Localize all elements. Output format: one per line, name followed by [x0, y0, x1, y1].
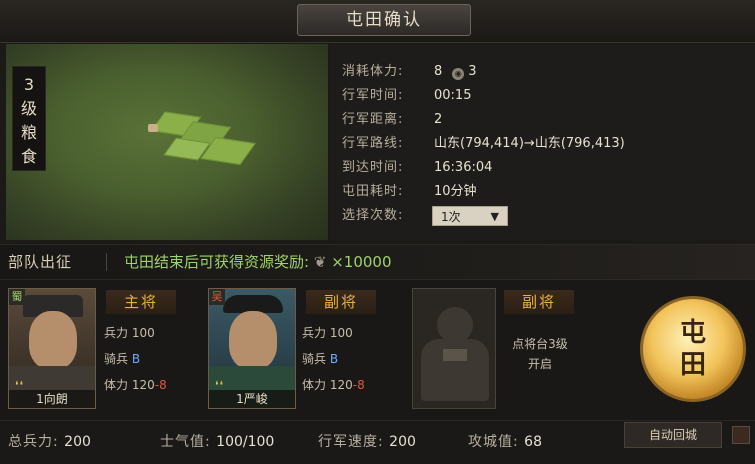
auto-return-label: 自动回城 [624, 422, 722, 448]
silhouette-icon [437, 307, 473, 343]
stamina-row: 消耗体力: 8 ◉ 3 [342, 64, 477, 80]
general-portrait[interactable]: 吴 ❛❛ 1严峻 [208, 288, 296, 409]
divider [106, 253, 107, 271]
unlock-hint: 点将台3级 开启 [512, 337, 568, 371]
general-name: 1严峻 [209, 390, 295, 408]
troops-stat: 兵力 100 [302, 326, 353, 340]
general-portrait[interactable]: 蜀 ❛❛ 1向朗 [8, 288, 96, 409]
faction-badge: 蜀 [9, 289, 25, 305]
role-label: 主将 [106, 290, 176, 314]
unit-type-stat: 骑兵 B [302, 352, 339, 366]
general-face [29, 311, 77, 369]
faction-badge: 吴 [209, 289, 225, 305]
caret-down-icon: ▼ [490, 210, 499, 223]
farm-time-row: 屯田耗时: 10分钟 [342, 184, 477, 199]
times-select[interactable]: 1次 ▼ [432, 206, 508, 226]
morale: 士气值: 100/100 [160, 434, 275, 450]
dialog-title: 屯田确认 [297, 4, 471, 36]
lock-plaque-icon [443, 349, 467, 361]
stamina-stat: 体力 120-8 [302, 378, 365, 392]
march-speed: 行军速度: 200 [318, 434, 416, 450]
march-time-row: 行军时间: 00:15 [342, 88, 472, 103]
farm-hut [148, 124, 158, 132]
empty-general-slot[interactable] [412, 288, 496, 409]
farm-confirm-button[interactable]: 屯 田 [640, 296, 746, 402]
total-troops: 总兵力: 200 [8, 434, 91, 450]
deploy-bar: 部队出征 屯田结束后可获得资源奖励: ❦ ×10000 [0, 244, 755, 280]
march-distance-row: 行军距离: 2 [342, 112, 443, 127]
march-route-row: 行军路线: 山东(794,414)→山东(796,413) [342, 136, 625, 151]
tile-level-tag: 3 级 粮 食 [12, 66, 46, 171]
reward-text: 屯田结束后可获得资源奖励: ❦ ×10000 [124, 253, 392, 271]
general-name: 1向朗 [9, 390, 95, 408]
unit-type-stat: 骑兵 B [104, 352, 141, 366]
role-label: 副将 [504, 290, 574, 314]
route-arrow-icon: → [523, 136, 535, 151]
siege-value: 攻城值: 68 [468, 434, 542, 450]
stamina-icon: ◉ [452, 68, 465, 80]
role-label: 副将 [306, 290, 376, 314]
tile-preview [6, 44, 328, 240]
troops-stat: 兵力 100 [104, 326, 155, 340]
march-info-panel: 消耗体力: 8 ◉ 3 行军时间: 00:15 行军距离: 2 行军路线: 山东(794,4… [330, 44, 755, 240]
grain-icon: ❦ [313, 253, 327, 271]
stamina-stat: 体力 120-8 [104, 378, 167, 392]
deploy-label: 部队出征 [8, 253, 73, 271]
general-face [229, 311, 277, 369]
dialog-header: 屯田确认 [0, 0, 755, 43]
auto-return-checkbox[interactable] [732, 426, 750, 444]
times-row: 选择次数: [342, 208, 404, 223]
arrive-time-row: 到达时间: 16:36:04 [342, 160, 493, 175]
